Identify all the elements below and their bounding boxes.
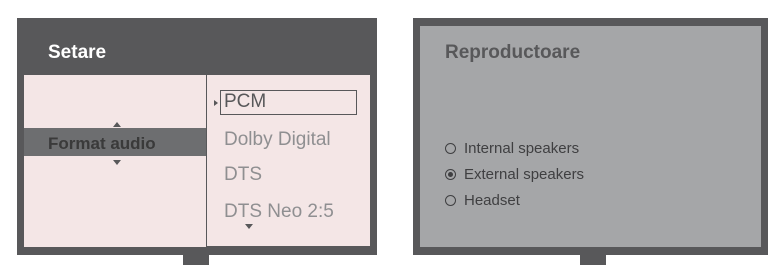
scroll-down-icon[interactable]: [113, 160, 121, 165]
radio-label: Headset: [464, 192, 520, 209]
right-tv-stand: [580, 255, 606, 265]
radio-label: External speakers: [464, 166, 585, 183]
radio-internal-speakers[interactable]: Internal speakers: [445, 140, 579, 157]
radio-external-speakers[interactable]: External speakers: [445, 166, 584, 183]
speakers-title: Reproductoare: [445, 42, 581, 63]
option-dts[interactable]: DTS: [224, 164, 262, 186]
option-pcm[interactable]: PCM: [224, 91, 266, 113]
settings-screen: Setare Format audio PCM Dolby Digital DT…: [17, 18, 377, 255]
option-dolby-digital[interactable]: Dolby Digital: [224, 129, 331, 151]
speakers-screen: Reproductoare Internal speakers External…: [413, 18, 768, 255]
radio-unchecked-icon[interactable]: [445, 143, 456, 154]
option-dts-neo[interactable]: DTS Neo 2:5: [224, 201, 334, 223]
selection-pointer-icon: [214, 100, 218, 106]
format-audio-label: Format audio: [48, 134, 156, 153]
list-scroll-down-icon[interactable]: [245, 224, 253, 229]
radio-checked-icon[interactable]: [445, 169, 456, 180]
radio-label: Internal speakers: [464, 140, 580, 157]
radio-unchecked-icon[interactable]: [445, 195, 456, 206]
settings-title: Setare: [48, 42, 107, 63]
left-tv-stand: [183, 255, 209, 265]
radio-headset[interactable]: Headset: [445, 192, 520, 209]
scroll-up-icon[interactable]: [113, 122, 121, 127]
